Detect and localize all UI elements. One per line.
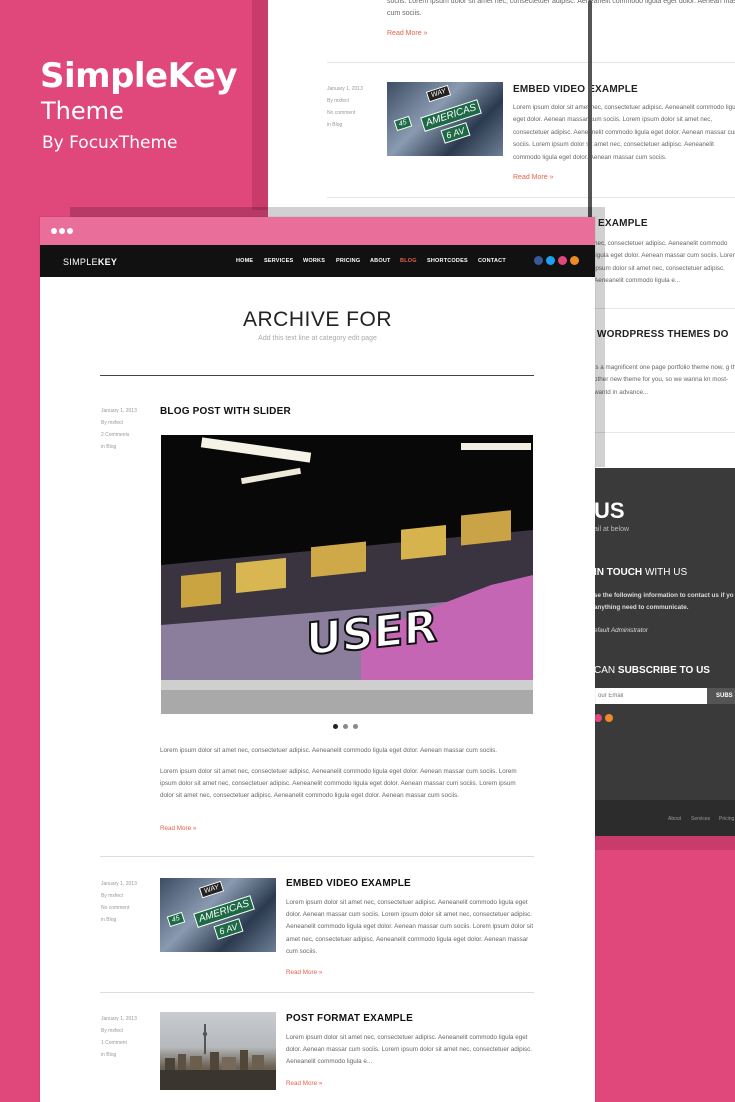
post-paragraph: Lorem ipsum dolor sit amet nec, consecte… — [160, 747, 498, 754]
footer-link-pricing[interactable]: Pricing — [719, 816, 734, 822]
post-title[interactable]: BLOG POST WITH SLIDER — [160, 406, 291, 417]
read-more-link[interactable]: Read More » — [286, 969, 322, 976]
post-excerpt: is a magnificent one page portfolio them… — [594, 364, 735, 396]
nav-pricing[interactable]: PRICING — [336, 258, 360, 264]
background-shade — [252, 0, 268, 210]
nav-shortcodes[interactable]: SHORTCODES — [427, 258, 468, 264]
post-thumbnail[interactable]: AMERICAS 6 AV 45 WAY — [160, 878, 276, 952]
contact-heading: US — [594, 498, 625, 523]
read-more-link[interactable]: Read More » — [286, 1080, 322, 1087]
post-paragraph: Lorem ipsum dolor sit amet nec, consecte… — [160, 768, 517, 800]
read-more-link[interactable]: Read More » — [513, 174, 553, 181]
page-title: ARCHIVE FOR — [242, 308, 392, 331]
post-title[interactable]: POST FORMAT EXAMPLE — [286, 1013, 413, 1024]
nav-about[interactable]: ABOUT — [370, 258, 391, 264]
dribbble-icon[interactable] — [594, 714, 602, 722]
divider — [327, 197, 735, 198]
page-subtitle: Add this text line at category edit page — [258, 335, 377, 342]
contact-subheading: ail at below — [594, 526, 630, 533]
post-meta: January 1, 2013 By mxfect No comment in … — [327, 86, 363, 128]
read-more-link[interactable]: Read More » — [387, 30, 427, 37]
browser-titlebar — [40, 217, 595, 245]
subscribe-button[interactable]: SUBS — [707, 688, 735, 704]
subscribe-heading: CAN SUBSCRIBE TO US — [594, 665, 710, 676]
post-title[interactable]: EXAMPLE — [598, 218, 648, 229]
slider-dot[interactable] — [343, 724, 348, 729]
post-excerpt: nec, consectetuer adipisc. Aeneanelit co… — [594, 240, 735, 285]
post-title[interactable]: EMBED VIDEO EXAMPLE — [513, 84, 638, 95]
window-shadow — [595, 217, 605, 467]
post-thumbnail[interactable]: AMERICAS 6 AV 45 WAY — [387, 82, 503, 156]
rss-icon[interactable] — [570, 256, 579, 265]
slider-dot[interactable] — [333, 724, 338, 729]
hero-byline: By FocuxTheme — [42, 133, 178, 153]
background-shade — [594, 836, 735, 850]
dribbble-icon[interactable] — [558, 256, 567, 265]
nav-works[interactable]: WORKS — [303, 258, 325, 264]
post-excerpt: Lorem ipsum dolor sit amet nec, consecte… — [513, 104, 735, 161]
window-dot-icon — [67, 228, 73, 234]
facebook-icon[interactable] — [534, 256, 543, 265]
post-title[interactable]: EMBED VIDEO EXAMPLE — [286, 878, 411, 889]
hero-title: SimpleKey — [40, 56, 238, 96]
post-thumbnail[interactable] — [160, 1012, 276, 1090]
footer-link-about[interactable]: About — [668, 816, 681, 822]
slider-dot[interactable] — [353, 724, 358, 729]
post-meta: January 1, 2013 By mxfect No comment in … — [101, 881, 137, 923]
divider — [100, 375, 534, 376]
slider-image[interactable]: USER — [161, 435, 533, 714]
rss-icon[interactable] — [605, 714, 613, 722]
twitter-icon[interactable] — [546, 256, 555, 265]
browser-window: SIMPLEKEY HOME SERVICES WORKS PRICING AB… — [40, 217, 595, 1102]
contact-text: se the following information to contact … — [594, 592, 734, 611]
nav-contact[interactable]: CONTACT — [478, 258, 506, 264]
site-logo[interactable]: SIMPLEKEY — [63, 257, 117, 267]
site-navbar: SIMPLEKEY HOME SERVICES WORKS PRICING AB… — [40, 245, 595, 277]
hero-subtitle: Theme — [41, 97, 124, 125]
post-excerpt: sociis. Lorem ipsum dolor sit amet nec, … — [387, 0, 735, 18]
post-meta: January 1, 2013 By mxfect 1 Comment in B… — [101, 1016, 137, 1058]
post-excerpt: Lorem ipsum dolor sit amet nec, consecte… — [286, 899, 534, 955]
nav-home[interactable]: HOME — [236, 258, 253, 264]
divider — [327, 62, 735, 63]
read-more-link[interactable]: Read More » — [160, 825, 196, 832]
window-dot-icon — [59, 228, 65, 234]
subscribe-email-input[interactable] — [594, 688, 707, 704]
get-in-touch-heading: IN TOUCH WITH US — [594, 567, 688, 578]
divider — [100, 856, 534, 857]
window-shadow — [70, 207, 605, 217]
post-title[interactable]: WORDPRESS THEMES DO — [597, 329, 729, 340]
nav-blog[interactable]: BLOG — [400, 258, 417, 264]
post-excerpt: Lorem ipsum dolor sit amet nec, consecte… — [286, 1034, 533, 1066]
admin-name: efault Administrator — [594, 627, 649, 634]
footer-link-services[interactable]: Services — [691, 816, 710, 822]
post-meta: January 1, 2013 By mxfect 2 Comments in … — [101, 408, 137, 450]
nav-services[interactable]: SERVICES — [264, 258, 293, 264]
window-dot-icon — [51, 228, 57, 234]
divider — [100, 992, 534, 993]
